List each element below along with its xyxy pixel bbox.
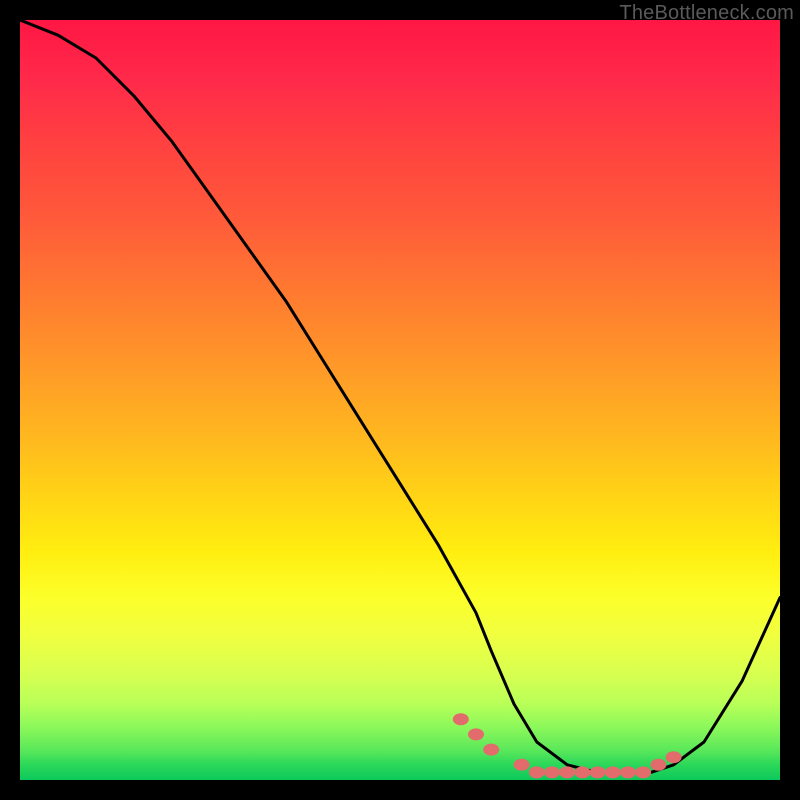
highlight-dot (574, 766, 590, 778)
highlight-dot (514, 759, 530, 771)
highlight-dot (635, 766, 651, 778)
plot-area (20, 20, 780, 780)
highlight-dot (650, 759, 666, 771)
highlight-dot (468, 728, 484, 740)
highlight-dot (559, 766, 575, 778)
highlight-dot (590, 766, 606, 778)
highlight-dot (529, 766, 545, 778)
highlight-dot (666, 751, 682, 763)
bottleneck-curve (20, 20, 780, 772)
highlight-dot (544, 766, 560, 778)
curve-layer (20, 20, 780, 780)
chart-frame: TheBottleneck.com (0, 0, 800, 800)
highlight-dot (605, 766, 621, 778)
highlight-dot (453, 713, 469, 725)
highlight-dot (620, 766, 636, 778)
highlight-dot (483, 744, 499, 756)
watermark-text: TheBottleneck.com (619, 2, 794, 25)
